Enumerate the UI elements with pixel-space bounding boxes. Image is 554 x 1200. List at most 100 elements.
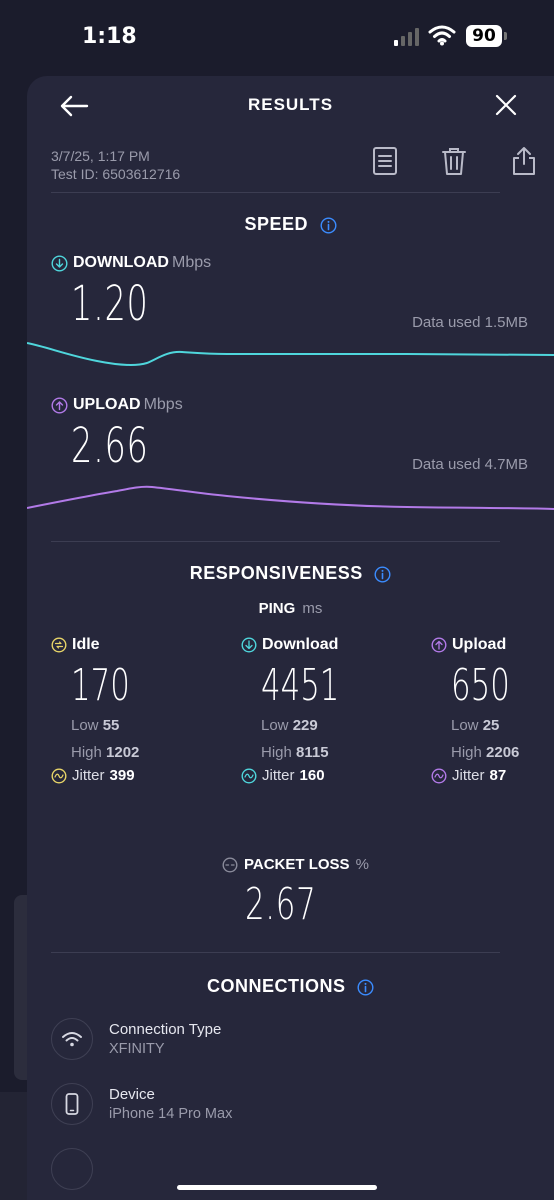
trash-icon[interactable] (440, 146, 468, 176)
download-arrow-icon (241, 637, 257, 653)
upload-unit: Mbps (143, 396, 183, 413)
server-icon-circle (51, 1148, 93, 1190)
idle-high-value: 1202 (106, 744, 140, 761)
jitter-icon (431, 767, 447, 784)
download-ping-header: Download (241, 636, 391, 654)
cellular-signal-icon (394, 28, 419, 46)
idle-label: Idle (72, 636, 100, 653)
responsiveness-title-text: RESPONSIVENESS (189, 563, 363, 583)
connection-type-value: XFINITY (109, 1041, 165, 1057)
phone-icon (65, 1093, 79, 1115)
jitter-label: Jitter (452, 767, 485, 784)
results-sheet: RESULTS 3/7/25, 1:17 PM Test ID: 6503612… (27, 76, 554, 1200)
upload-low-value: 25 (482, 717, 500, 734)
upload-arrow-icon (431, 637, 447, 653)
ping-label-text: PING (258, 600, 296, 617)
download-jitter: Jitter 160 (241, 767, 391, 784)
low-label: Low (261, 717, 289, 734)
idle-low-value: 55 (102, 717, 120, 734)
upload-jitter-value: 87 (489, 767, 507, 784)
download-high-value: 8115 (296, 744, 329, 761)
device-row: Device iPhone 14 Pro Max (51, 1083, 232, 1125)
upload-label: UPLOAD (73, 396, 141, 413)
status-bar: 1:18 90 (0, 0, 554, 76)
upload-ping-label: Upload (452, 636, 507, 653)
packet-loss-value: 2.67 (245, 879, 317, 930)
page-title: RESULTS (247, 95, 334, 114)
low-label: Low (451, 717, 479, 734)
packet-loss-label-row: PACKET LOSS % (222, 856, 369, 873)
download-label-row: DOWNLOAD Mbps (51, 254, 211, 272)
jitter-icon (241, 767, 257, 784)
ping-column-idle: Idle 170 Low 55 High 1202 Jitter 399 (51, 636, 201, 784)
ping-column-download: Download 4451 Low 229 High 8115 Jitter 1… (241, 636, 391, 784)
download-low-value: 229 (292, 717, 318, 734)
info-icon[interactable] (357, 979, 374, 996)
divider (51, 192, 500, 193)
test-meta: 3/7/25, 1:17 PM Test ID: 6503612716 (51, 147, 180, 183)
idle-icon (51, 637, 67, 653)
jitter-label: Jitter (262, 767, 295, 784)
idle-high: High 1202 (71, 739, 201, 766)
download-jitter-value: 160 (299, 767, 325, 784)
speed-section-title: SPEED (27, 214, 554, 235)
download-label: DOWNLOAD (73, 254, 169, 271)
idle-low: Low 55 (71, 712, 201, 739)
upload-ping-value: 650 (451, 660, 510, 711)
upload-label-row: UPLOAD Mbps (51, 396, 183, 414)
connections-title-text: CONNECTIONS (206, 976, 346, 996)
ping-unit: ms (302, 600, 323, 617)
upload-arrow-icon (51, 396, 68, 414)
download-ping-value: 4451 (261, 660, 340, 711)
download-ping-label: Download (262, 636, 339, 653)
info-icon[interactable] (374, 566, 391, 583)
connection-type-row: Connection Type XFINITY (51, 1018, 221, 1060)
jitter-label: Jitter (72, 767, 105, 784)
home-indicator[interactable] (177, 1185, 377, 1190)
test-id: Test ID: 6503612716 (51, 166, 181, 182)
download-low: Low 229 (261, 712, 391, 739)
connections-section-title: CONNECTIONS (27, 976, 554, 997)
test-date: 3/7/25, 1:17 PM (51, 148, 150, 164)
idle-jitter: Jitter 399 (51, 767, 201, 784)
download-speed-graph (27, 342, 554, 367)
share-icon[interactable] (510, 146, 538, 176)
jitter-icon (51, 767, 67, 784)
divider (51, 541, 500, 542)
info-icon[interactable] (320, 217, 337, 234)
upload-speed-value: 2.66 (71, 418, 149, 474)
idle-header: Idle (51, 636, 201, 654)
download-data-used: Data used 1.5MB (412, 314, 528, 331)
high-label: High (451, 744, 482, 761)
close-icon[interactable] (494, 93, 518, 117)
idle-jitter-value: 399 (109, 767, 135, 784)
wifi-status-icon (428, 25, 456, 46)
high-label: High (261, 744, 292, 761)
download-speed-value: 1.20 (71, 276, 149, 332)
packet-loss-unit: % (355, 856, 369, 873)
download-arrow-icon (51, 254, 68, 272)
idle-ping-value: 170 (71, 660, 130, 711)
battery-level: 90 (466, 25, 502, 47)
server-row-partial (51, 1148, 109, 1190)
device-value: iPhone 14 Pro Max (109, 1106, 233, 1122)
wifi-icon (62, 1032, 82, 1047)
device-label: Device (109, 1086, 155, 1103)
connection-icon-circle (51, 1018, 93, 1060)
speed-title-text: SPEED (244, 214, 308, 234)
packet-loss-icon (222, 856, 238, 873)
packet-loss-label: PACKET LOSS (244, 856, 350, 873)
upload-data-used: Data used 4.7MB (412, 456, 528, 473)
high-label: High (71, 744, 102, 761)
document-icon[interactable] (371, 146, 399, 176)
upload-low: Low 25 (451, 712, 554, 739)
upload-ping-header: Upload (431, 636, 554, 654)
status-time: 1:18 (82, 24, 137, 49)
upload-jitter: Jitter 87 (431, 767, 554, 784)
upload-speed-graph (27, 485, 554, 510)
responsiveness-section-title: RESPONSIVENESS (27, 563, 554, 584)
upload-high: High 2206 (451, 739, 554, 766)
connection-type-text: Connection Type XFINITY (109, 1021, 221, 1057)
divider (51, 952, 500, 953)
device-icon-circle (51, 1083, 93, 1125)
